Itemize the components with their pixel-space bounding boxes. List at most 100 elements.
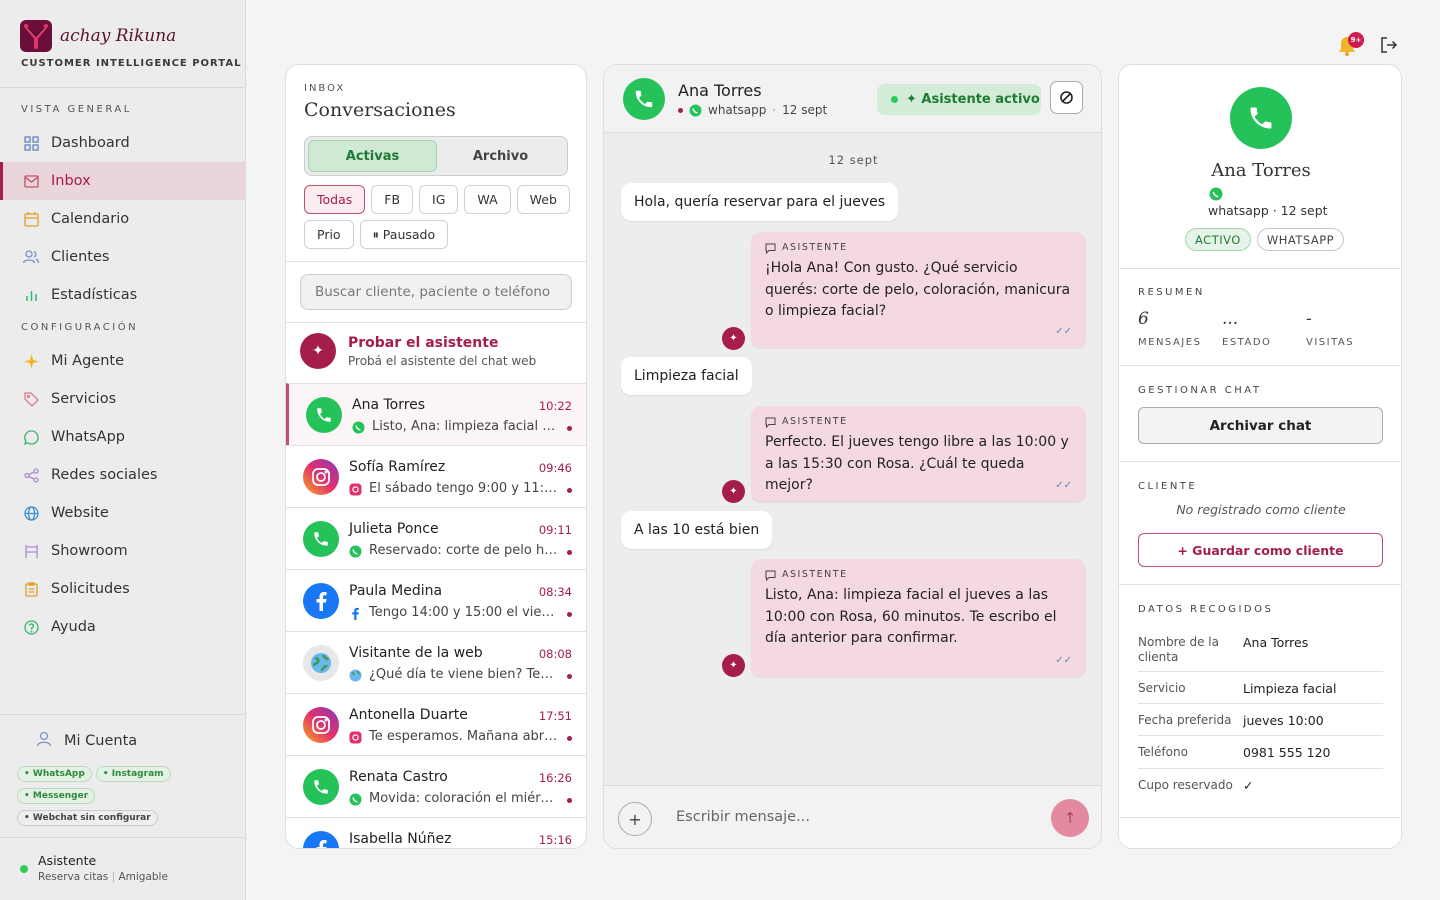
divider (1119, 461, 1401, 462)
stat-visits: - VISITAS (1306, 309, 1354, 348)
data-row: Servicio Limpieza facial (1138, 672, 1383, 704)
tab-archivo[interactable]: Archivo (437, 140, 564, 172)
sidebar-item-servicios[interactable]: Servicios (0, 380, 245, 418)
filter-fb[interactable]: FB (371, 185, 414, 214)
tab-activas[interactable]: Activas (308, 140, 437, 172)
pause-assistant-button[interactable] (1050, 81, 1083, 114)
conversation-item[interactable]: Ana Torres 10:22 Listo, Ana: limpieza fa… (286, 383, 586, 445)
unread-dot (567, 674, 572, 679)
status-dot (891, 96, 898, 103)
conversation-time: 17:51 (538, 709, 572, 723)
conversation-item[interactable]: Julieta Ponce 09:11 Reservado: corte de … (286, 507, 586, 569)
assistant-message: ASISTENTE ¡Hola Ana! Con gusto. ¿Qué ser… (751, 232, 1086, 348)
try-assistant-title: Probar el asistente (348, 334, 499, 351)
archive-chat-button[interactable]: Archivar chat (1138, 407, 1383, 444)
collected-data-label: DATOS RECOGIDOS (1138, 604, 1274, 615)
sidebar-item-label: Website (51, 505, 109, 521)
conversation-name: Renata Castro (349, 769, 448, 785)
unread-dot (567, 798, 572, 803)
whatsapp-avatar-icon (303, 769, 339, 805)
message-text: Perfecto. El jueves tengo libre a las 10… (765, 434, 1069, 493)
assistant-active-toggle[interactable]: ✦ Asistente activo (877, 84, 1041, 115)
assistant-status[interactable]: Asistente Reserva citas | Amigable (20, 853, 168, 883)
sidebar-item-showroom[interactable]: Showroom (0, 532, 245, 570)
client-message: Limpieza facial (621, 357, 752, 395)
chat-date: 12 sept (782, 103, 828, 117)
try-assistant-button[interactable]: ✦ Probar el asistente Probá el asistente… (300, 333, 536, 369)
conversation-item[interactable]: Paula Medina 08:34 Tengo 14:00 y 15:00 e… (286, 569, 586, 631)
block-icon (1060, 91, 1073, 104)
profile-tags: ACTIVO WHATSAPP (1185, 228, 1345, 251)
sidebar-item-redes-sociales[interactable]: Redes sociales (0, 456, 245, 494)
sidebar-item-label: Clientes (51, 249, 110, 265)
data-key: Nombre de la clienta (1138, 635, 1219, 664)
sidebar-item-label: Solicitudes (51, 581, 130, 597)
chat-meta: whatsapp · 12 sept (678, 103, 827, 117)
sidebar-item-mi-agente[interactable]: Mi Agente (0, 342, 245, 380)
chat-bubble-icon (765, 570, 776, 581)
inbox-tabs: Activas Archivo (304, 136, 568, 176)
account-label: Mi Cuenta (64, 733, 138, 749)
try-assistant-subtitle: Probá el asistente del chat web (348, 353, 537, 368)
conversation-item[interactable]: Sofía Ramírez 09:46 El sábado tengo 9:00… (286, 445, 586, 507)
conversation-item[interactable]: Visitante de la web 08:08 ¿Qué día te vi… (286, 631, 586, 693)
chat-contact-name: Ana Torres (678, 81, 762, 100)
data-row: Cupo reservado ✓ (1138, 769, 1383, 801)
account-link[interactable]: Mi Cuenta (36, 731, 137, 751)
conversation-item[interactable]: Renata Castro 16:26 Movida: coloración e… (286, 755, 586, 817)
divider (1119, 817, 1401, 818)
data-value: ✓ (1243, 778, 1254, 793)
notification-badge: 9+ (1348, 32, 1364, 48)
message-composer: + Escribir mensaje... ↑ (604, 785, 1101, 848)
channel-chip-webchat: • Webchat sin configurar (17, 810, 158, 826)
sidebar-item-inbox[interactable]: Inbox (0, 162, 245, 200)
unread-dot (567, 612, 572, 617)
top-actions: 9+ (1336, 32, 1398, 59)
filter-pausado[interactable]: ⏸ Pausado (359, 220, 449, 249)
sidebar-item-website[interactable]: Website (0, 494, 245, 532)
filter-web[interactable]: Web (516, 185, 570, 214)
sidebar-item-label: Ayuda (51, 619, 96, 635)
stat-label: MENSAJES (1138, 337, 1202, 348)
globe-icon (23, 505, 39, 521)
brand-subtitle: CUSTOMER INTELLIGENCE PORTAL (21, 58, 242, 69)
sidebar-item-estadisticas[interactable]: Estadísticas (0, 276, 245, 314)
save-as-client-button[interactable]: + Guardar como cliente (1138, 533, 1383, 567)
data-value: Ana Torres (1243, 635, 1309, 650)
sidebar-item-solicitudes[interactable]: Solicitudes (0, 570, 245, 608)
conversation-name: Sofía Ramírez (349, 459, 446, 475)
send-button[interactable]: ↑ (1051, 799, 1089, 837)
conversation-item[interactable]: Isabella Núñez 15:16 (286, 817, 586, 848)
attach-button[interactable]: + (618, 802, 652, 836)
message-input[interactable]: Escribir mensaje... (676, 809, 810, 825)
assistant-title: Asistente (38, 853, 97, 868)
filter-prio[interactable]: Prio (304, 220, 354, 249)
data-row: Fecha preferida jueves 10:00 (1138, 704, 1383, 736)
sidebar-item-calendario[interactable]: Calendario (0, 200, 245, 238)
filter-ig[interactable]: IG (419, 185, 459, 214)
arrow-up-icon: ↑ (1063, 809, 1077, 827)
logout-button[interactable] (1380, 36, 1398, 58)
summary-label: RESUMEN (1138, 287, 1205, 298)
brand[interactable]: achay Rikuna (20, 20, 176, 52)
inbox-panel: INBOX Conversaciones Activas Archivo Tod… (285, 64, 587, 849)
inbox-icon (23, 173, 39, 189)
message-text: Listo, Ana: limpieza facial el jueves a … (765, 587, 1057, 646)
clipboard-icon (23, 581, 39, 597)
sidebar-item-clientes[interactable]: Clientes (0, 238, 245, 276)
sidebar-item-dashboard[interactable]: Dashboard (0, 124, 245, 162)
conversation-item[interactable]: Antonella Duarte 17:51 Te esperamos. Mañ… (286, 693, 586, 755)
filter-todas[interactable]: Todas (304, 185, 366, 214)
divider (0, 714, 246, 715)
notifications-button[interactable]: 9+ (1336, 32, 1364, 59)
stat-value: 6 (1138, 309, 1149, 329)
filter-wa[interactable]: WA (464, 185, 511, 214)
inbox-title: Conversaciones (304, 99, 456, 121)
search-input[interactable]: Buscar cliente, paciente o teléfono (300, 274, 572, 310)
sidebar-item-label: Inbox (51, 173, 91, 189)
assistant-label: ASISTENTE (782, 242, 848, 253)
sidebar-item-ayuda[interactable]: Ayuda (0, 608, 245, 646)
sidebar-item-whatsapp[interactable]: WhatsApp (0, 418, 245, 456)
conversation-preview: Tengo 14:00 y 15:00 el viernes, ¿cuál pr… (369, 605, 559, 620)
users-icon (23, 249, 39, 265)
